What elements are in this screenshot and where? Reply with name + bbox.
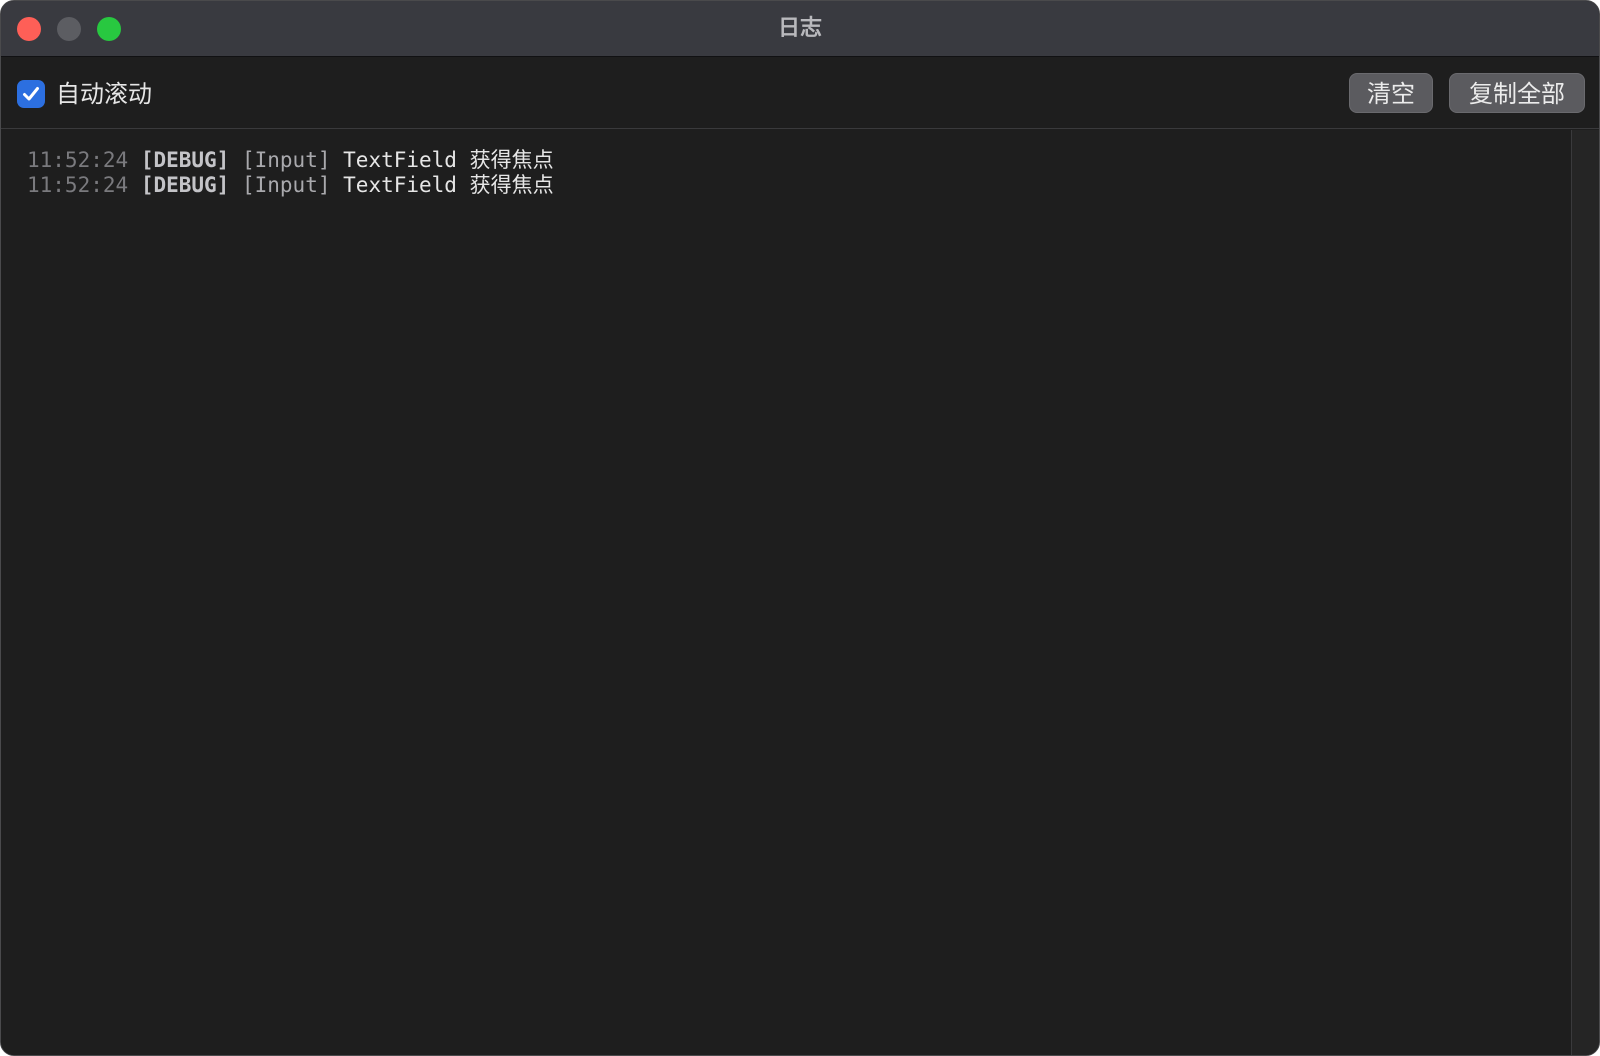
auto-scroll-label[interactable]: 自动滚动 <box>56 74 152 114</box>
log-source: [Input] <box>241 148 331 172</box>
clear-button[interactable]: 清空 <box>1349 73 1433 113</box>
log-line: 11:52:24 [DEBUG] [Input] TextField 获得焦点 <box>27 148 1545 173</box>
log-source: [Input] <box>241 173 331 197</box>
toolbar: 自动滚动 清空 复制全部 <box>1 57 1599 129</box>
window-title: 日志 <box>777 16 822 41</box>
log-output[interactable]: 11:52:24 [DEBUG] [Input] TextField 获得焦点 … <box>1 130 1571 1055</box>
checkmark-icon <box>23 87 39 101</box>
copy-all-button[interactable]: 复制全部 <box>1449 73 1585 113</box>
log-window: 日志 自动滚动 清空 复制全部 11:52:24 [DEBUG] [Input]… <box>0 0 1600 1056</box>
log-level: [DEBUG] <box>140 148 230 172</box>
auto-scroll-checkbox[interactable] <box>17 80 45 108</box>
log-line: 11:52:24 [DEBUG] [Input] TextField 获得焦点 <box>27 173 1545 198</box>
log-message: TextField 获得焦点 <box>343 148 554 172</box>
log-message: TextField 获得焦点 <box>343 173 554 197</box>
log-level: [DEBUG] <box>140 173 230 197</box>
title-bar[interactable]: 日志 <box>1 1 1599 57</box>
log-timestamp: 11:52:24 <box>27 148 129 172</box>
log-timestamp: 11:52:24 <box>27 173 129 197</box>
vertical-scrollbar[interactable] <box>1571 130 1599 1055</box>
